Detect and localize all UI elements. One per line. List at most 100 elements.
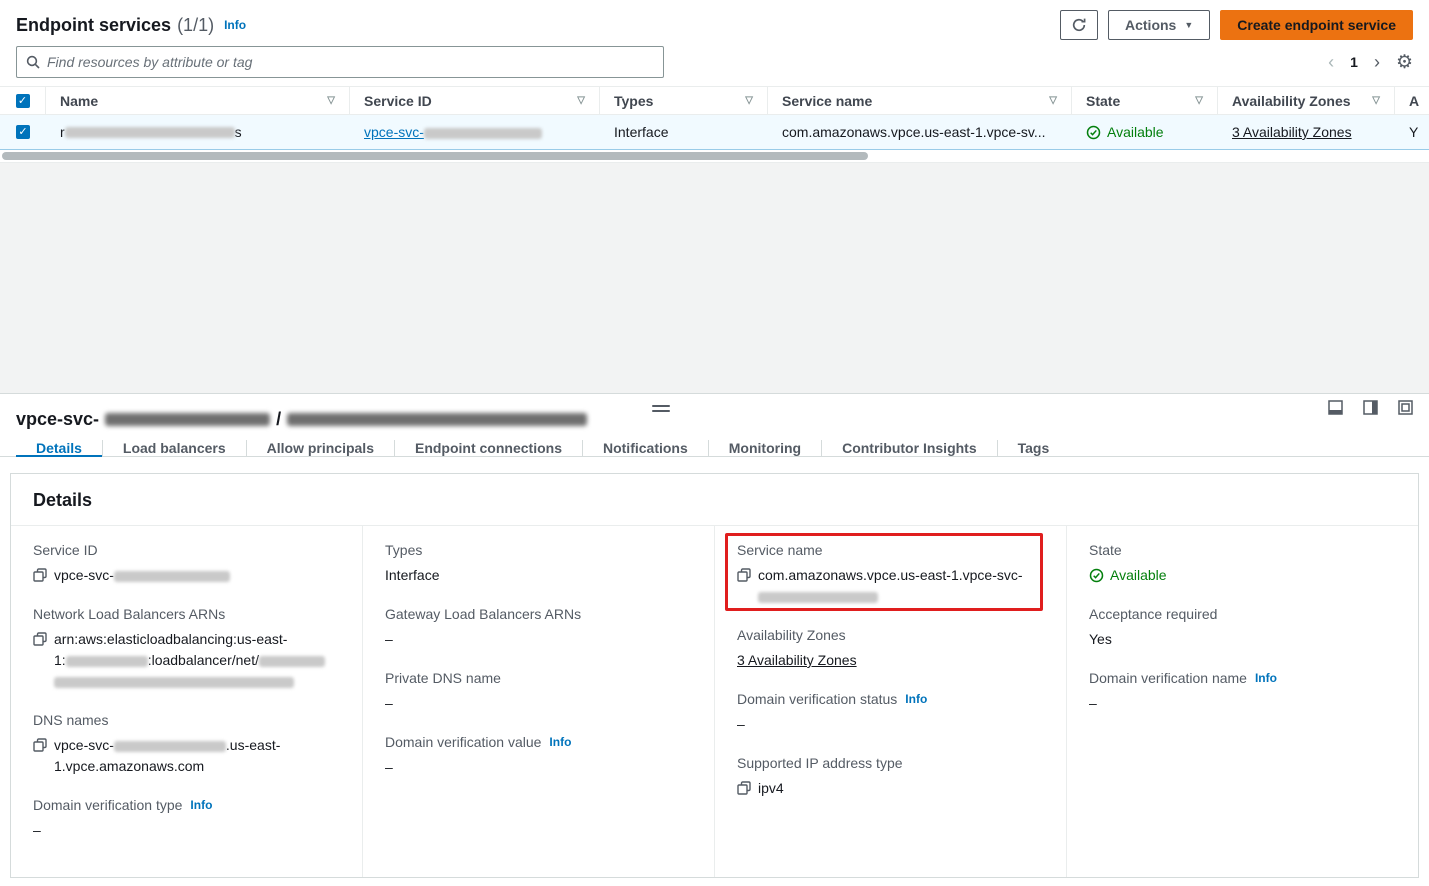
tab-tags[interactable]: Tags xyxy=(998,440,1070,456)
filter-icon[interactable]: ▽ xyxy=(1364,95,1380,106)
field-network-load-balancers-arns: Network Load Balancers ARNs arn:aws:elas… xyxy=(33,606,340,692)
status-badge: Available xyxy=(1086,124,1164,140)
availability-zones-link[interactable]: 3 Availability Zones xyxy=(737,650,857,671)
filter-icon[interactable]: ▽ xyxy=(569,95,585,106)
filter-icon[interactable]: ▽ xyxy=(737,95,753,106)
filter-icon[interactable]: ▽ xyxy=(1041,95,1057,106)
filter-bar: ‹ 1 › ⚙ xyxy=(0,44,1429,86)
details-card-body: Service ID vpce-svc- Network Load Balanc… xyxy=(11,526,1418,877)
column-header-state: State ▽ xyxy=(1072,87,1218,114)
chevron-down-icon: ▼ xyxy=(1184,21,1193,30)
field-dns-names: DNS names vpce-svc-.us-east- 1.vpce.amaz… xyxy=(33,712,340,777)
detail-title: vpce-svc- / xyxy=(0,407,1429,440)
tab-load-balancers[interactable]: Load balancers xyxy=(103,440,247,456)
details-column-2: Types Interface Gateway Load Balancers A… xyxy=(363,526,715,877)
cell-state: Available xyxy=(1072,115,1218,149)
search-icon xyxy=(26,55,40,69)
redacted-text xyxy=(54,677,294,688)
details-card-title: Details xyxy=(11,474,1418,526)
horizontal-scrollbar xyxy=(0,150,1429,162)
create-endpoint-service-button[interactable]: Create endpoint service xyxy=(1220,10,1413,40)
status-badge: Available xyxy=(1089,565,1167,586)
service-id-link[interactable]: vpce-svc- xyxy=(364,124,542,140)
info-link[interactable]: Info xyxy=(1255,671,1277,685)
create-button-label: Create endpoint service xyxy=(1237,17,1396,33)
column-header-service-name: Service name ▽ xyxy=(768,87,1072,114)
details-column-4: State Available Accept xyxy=(1067,526,1418,877)
horizontal-scrollbar-thumb[interactable] xyxy=(2,152,868,160)
filter-icon[interactable]: ▽ xyxy=(319,95,335,106)
details-column-1: Service ID vpce-svc- Network Load Balanc… xyxy=(11,526,363,877)
field-availability-zones: Availability Zones 3 Availability Zones xyxy=(737,627,1044,671)
previous-page-icon[interactable]: ‹ xyxy=(1328,53,1334,71)
copy-icon[interactable] xyxy=(33,738,47,752)
field-acceptance-required: Acceptance required Yes xyxy=(1089,606,1396,650)
field-domain-verification-name: Domain verification name Info – xyxy=(1089,670,1396,714)
redacted-text xyxy=(105,413,270,426)
cell-truncated: Y xyxy=(1395,115,1429,149)
field-service-id: Service ID vpce-svc- xyxy=(33,542,340,586)
column-header-truncated: A xyxy=(1395,87,1429,114)
details-column-3: Service name com.amazonaws.vpce.us-east-… xyxy=(715,526,1067,877)
details-card: Details Service ID vpce-svc- xyxy=(10,473,1419,878)
table-header-row: ✓ Name ▽ Service ID ▽ Types ▽ Service na… xyxy=(0,87,1429,115)
column-header-name: Name ▽ xyxy=(46,87,350,114)
row-checkbox[interactable]: ✓ xyxy=(16,125,30,139)
cell-availability-zones: 3 Availability Zones xyxy=(1218,115,1395,149)
redacted-text xyxy=(65,127,235,138)
actions-button[interactable]: Actions ▼ xyxy=(1108,10,1210,40)
column-header-availability-zones: Availability Zones ▽ xyxy=(1218,87,1395,114)
empty-area xyxy=(0,162,1429,393)
settings-gear-icon[interactable]: ⚙ xyxy=(1396,53,1413,72)
info-link[interactable]: Info xyxy=(190,798,212,812)
search-box xyxy=(16,46,664,78)
refresh-button[interactable] xyxy=(1060,10,1098,40)
cell-service-name: com.amazonaws.vpce.us-east-1.vpce-sv... xyxy=(768,115,1072,149)
check-circle-icon xyxy=(1089,568,1104,583)
tab-notifications[interactable]: Notifications xyxy=(583,440,709,456)
copy-icon[interactable] xyxy=(33,632,47,646)
table-row[interactable]: ✓ r s vpce-svc- Interface com.amazonaws.… xyxy=(0,115,1429,150)
field-domain-verification-type: Domain verification type Info – xyxy=(33,797,340,841)
redacted-text xyxy=(66,656,148,667)
cell-types: Interface xyxy=(600,115,768,149)
actions-button-label: Actions xyxy=(1125,17,1176,33)
column-header-types: Types ▽ xyxy=(600,87,768,114)
tab-monitoring[interactable]: Monitoring xyxy=(709,440,822,456)
split-panel-drag-handle[interactable] xyxy=(652,405,670,415)
toolbar-actions: Actions ▼ Create endpoint service xyxy=(1060,10,1413,40)
tab-endpoint-connections[interactable]: Endpoint connections xyxy=(395,440,583,456)
next-page-icon[interactable]: › xyxy=(1374,53,1380,71)
pagination: ‹ 1 › ⚙ xyxy=(1328,53,1413,72)
field-supported-ip-address-type: Supported IP address type ipv4 xyxy=(737,755,1044,799)
current-page: 1 xyxy=(1350,54,1358,70)
detail-pane: vpce-svc- / Details Load balancers Allow… xyxy=(0,393,1429,886)
panel-side-layout-icon[interactable] xyxy=(1363,400,1378,415)
column-header-service-id: Service ID ▽ xyxy=(350,87,600,114)
redacted-text xyxy=(259,656,325,667)
header-info-link[interactable]: Info xyxy=(224,18,246,32)
field-domain-verification-status: Domain verification status Info – xyxy=(737,691,1044,735)
search-input[interactable] xyxy=(47,54,654,70)
check-circle-icon xyxy=(1086,125,1101,140)
info-link[interactable]: Info xyxy=(905,692,927,706)
filter-icon[interactable]: ▽ xyxy=(1187,95,1203,106)
field-service-name: Service name com.amazonaws.vpce.us-east-… xyxy=(737,542,1044,607)
copy-icon[interactable] xyxy=(737,781,751,795)
row-select-cell: ✓ xyxy=(0,115,46,149)
availability-zones-link[interactable]: 3 Availability Zones xyxy=(1232,124,1352,140)
panel-bottom-layout-icon[interactable] xyxy=(1328,400,1343,415)
copy-icon[interactable] xyxy=(33,568,47,582)
panel-fullscreen-icon[interactable] xyxy=(1398,400,1413,415)
refresh-icon xyxy=(1071,17,1087,33)
cell-name: r s xyxy=(46,115,350,149)
info-link[interactable]: Info xyxy=(549,735,571,749)
select-all-checkbox[interactable]: ✓ xyxy=(16,94,30,108)
detail-tabs: Details Load balancers Allow principals … xyxy=(0,440,1429,457)
redacted-text xyxy=(287,413,587,426)
tab-details[interactable]: Details xyxy=(16,440,103,456)
tab-allow-principals[interactable]: Allow principals xyxy=(247,440,395,456)
copy-icon[interactable] xyxy=(737,568,751,582)
tab-contributor-insights[interactable]: Contributor Insights xyxy=(822,440,998,456)
result-count: (1/1) xyxy=(177,15,214,36)
